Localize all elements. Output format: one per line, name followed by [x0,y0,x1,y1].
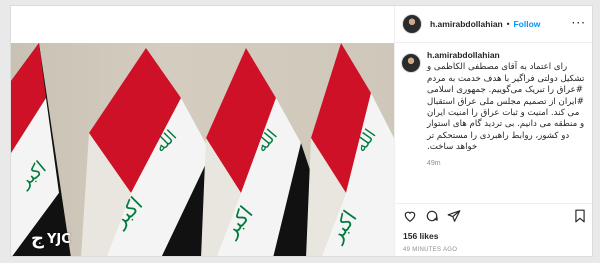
flag-3: ﺍﻛﺒﺮ ﺍﻟﻠﻪ [201,48,311,256]
iraqi-flags-illustration: ﺍﻛﺒﺮ ﺍﻛﺒﺮ ﺍﻟﻠﻪ ﺍﻛﺒﺮ ﺍﻟﻠﻪ ﺍﻛﺒﺮ ﺍﻟﻠﻪ [11,43,394,256]
post-sidebar: h.amirabdollahian • Follow ··· h.amirabd… [394,6,592,256]
likes-count[interactable]: 156 likes [403,231,438,241]
yjc-watermark-text: YJC [46,231,71,247]
instagram-post-card: ﺍﻛﺒﺮ ﺍﻛﺒﺮ ﺍﻟﻠﻪ ﺍﻛﺒﺮ ﺍﻟﻠﻪ ﺍﻛﺒﺮ ﺍﻟﻠﻪ ج YJC… [10,5,593,257]
caption-username[interactable]: h.amirabdollahian [427,50,586,61]
yjc-logo-mark: ج [31,228,44,249]
caption-block: h.amirabdollahian رای اعتماد به آقای مصط… [395,43,592,154]
post-header: h.amirabdollahian • Follow ··· [395,6,592,43]
avatar[interactable] [402,14,422,34]
more-options-icon[interactable]: ··· [572,17,586,29]
caption-avatar[interactable] [401,53,421,73]
comment-icon[interactable] [425,209,439,223]
caption-time: 49m [427,159,441,167]
caption: h.amirabdollahian رای اعتماد به آقای مصط… [427,50,586,154]
flag-4: ﺍﻛﺒﺮ ﺍﻟﻠﻪ [306,43,394,256]
caption-text: رای اعتماد به آقای مصطفی الکاظمی و تشکیل… [427,62,585,153]
header-separator: • [505,19,511,29]
heart-icon[interactable] [403,209,417,223]
action-bar [395,203,592,223]
bookmark-icon[interactable] [573,209,587,223]
post-timestamp: 49 MINUTES AGO [403,247,458,253]
follow-button[interactable]: Follow [513,19,540,29]
flag-1: ﺍﻛﺒﺮ [11,43,71,256]
yjc-watermark: ج YJC [31,230,71,248]
share-icon[interactable] [447,209,461,223]
post-image[interactable]: ﺍﻛﺒﺮ ﺍﻛﺒﺮ ﺍﻟﻠﻪ ﺍﻛﺒﺮ ﺍﻟﻠﻪ ﺍﻛﺒﺮ ﺍﻟﻠﻪ ج YJC [11,43,394,256]
header-username[interactable]: h.amirabdollahian [430,19,503,29]
